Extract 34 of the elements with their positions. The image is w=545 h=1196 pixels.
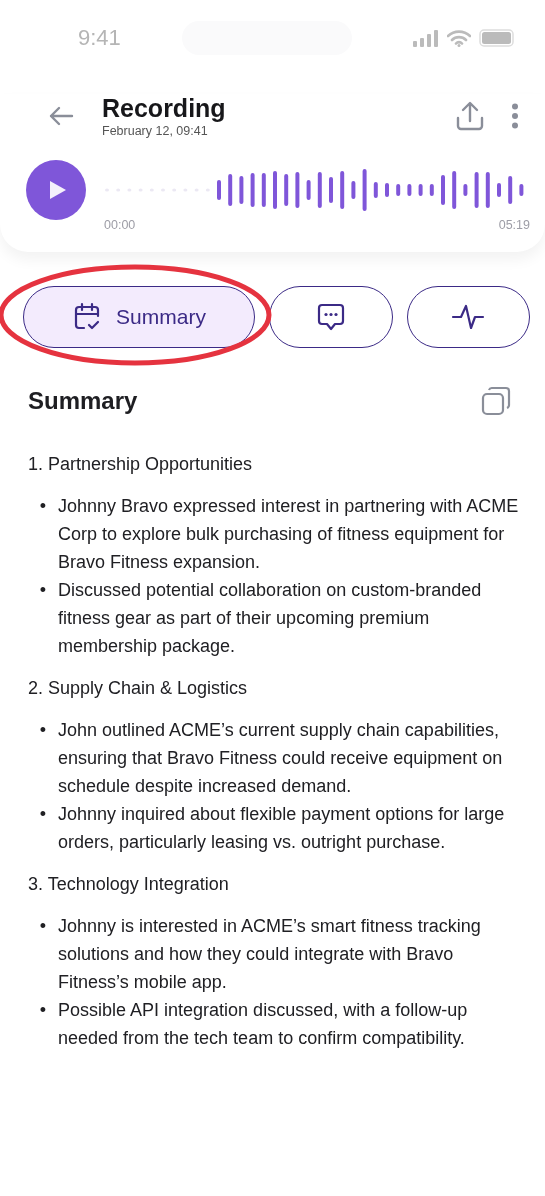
status-time: 9:41 (78, 25, 121, 51)
end-time: 05:19 (498, 218, 530, 232)
bullet-marker: • (38, 579, 48, 602)
back-arrow-icon[interactable] (48, 106, 74, 126)
more-icon[interactable] (511, 103, 519, 129)
wifi-icon (447, 29, 471, 47)
section-heading: 1. Partnership Opportunities (28, 453, 254, 476)
bullet-point: Johnny Bravo expressed interest in partnering with ACME Corp to explore bulk purchasing of fitness equipment for Bravo Fitness expansion. (58, 495, 520, 574)
summary-heading: Summary (28, 387, 138, 415)
bullet-point: Discussed potential collaboration on custom-branded fitness gear as part of their upcoming premium membership package. (58, 579, 483, 658)
pulse-icon (451, 303, 486, 331)
start-time: 00:00 (104, 218, 136, 232)
bullet-point: Possible API integration discussed, with a follow-up needed from the tech team to confirm compatibility. (58, 999, 469, 1050)
bullet-point: Johnny inquired about flexible payment options for large orders, particularly leasing vs. outright purchase. (58, 803, 506, 854)
bullet-marker: • (38, 999, 48, 1022)
share-icon[interactable] (455, 101, 485, 131)
section-heading: 2. Supply Chain & Logistics (28, 677, 249, 700)
chat-bubble-icon (315, 302, 346, 332)
bullet-point: Johnny is interested in ACME’s smart fitness tracking solutions and how they could integrate with Bravo Fitness’s mobile app. (58, 915, 482, 994)
play-icon (48, 179, 68, 201)
bullet-marker: • (38, 803, 48, 826)
bullet-marker: • (38, 915, 48, 938)
bullet-marker: • (38, 495, 48, 518)
section-heading: 3. Technology Integration (28, 873, 230, 896)
bullet-marker: • (38, 719, 48, 742)
summary-tab[interactable]: Summary (23, 286, 255, 348)
signal-icon (413, 29, 439, 47)
battery-icon (479, 29, 515, 47)
bullet-point: John outlined ACME’s current supply chain capabilities, ensuring that Bravo Fitness could receive equipment on schedule despite increased demand. (58, 719, 504, 798)
recording-date: February 12, 09:41 (102, 124, 209, 138)
play-button[interactable] (26, 160, 86, 220)
page-title: Recording (102, 94, 227, 123)
copy-icon[interactable] (481, 386, 511, 416)
chat-tab[interactable] (269, 286, 393, 348)
